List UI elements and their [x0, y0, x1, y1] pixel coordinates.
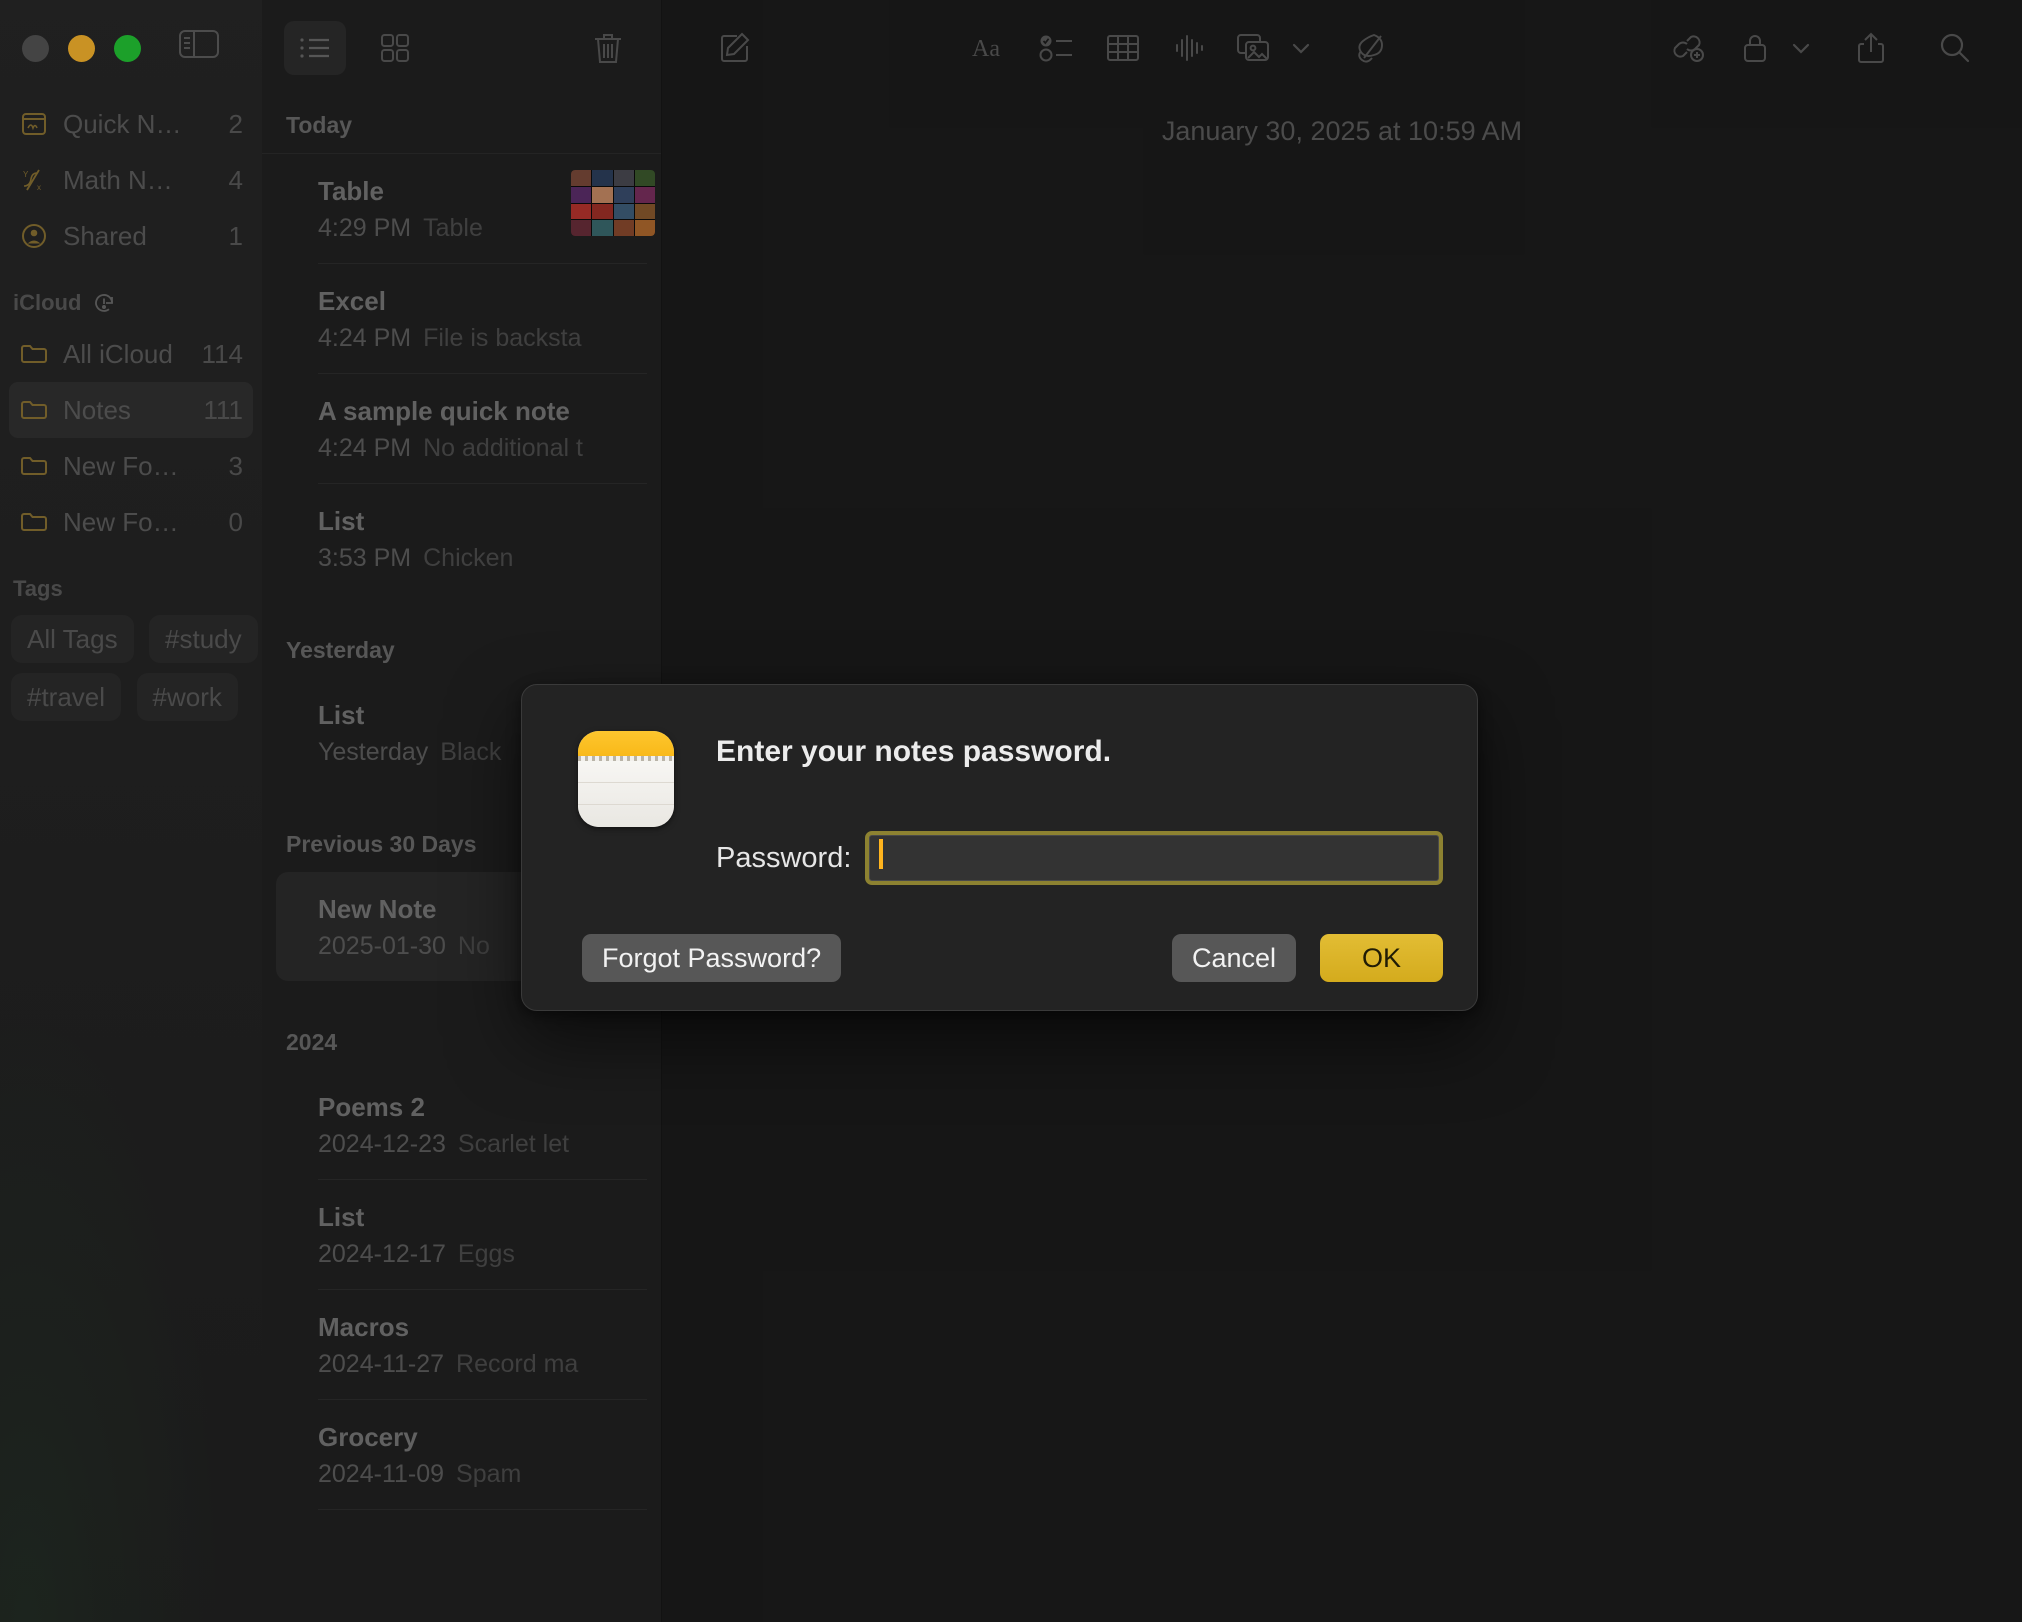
dialog-content: Enter your notes password. Password: [674, 715, 1443, 885]
notes-app-icon [578, 731, 674, 827]
password-label: Password: [716, 842, 865, 875]
notes-icon-page [578, 761, 674, 827]
dialog-title: Enter your notes password. [716, 715, 1443, 769]
ok-button[interactable]: OK [1320, 934, 1443, 982]
password-dialog: Enter your notes password. Password: For… [521, 684, 1478, 1011]
dialog-button-bar: Forgot Password? Cancel OK [556, 934, 1443, 982]
password-input[interactable] [869, 835, 1439, 881]
password-focus-ring [865, 831, 1443, 885]
notes-icon-header-band [578, 731, 674, 756]
forgot-password-button[interactable]: Forgot Password? [582, 934, 841, 982]
notes-app-window: Quick N… 2 Y x Math N… 4 [0, 0, 2022, 1622]
dialog-body: Enter your notes password. Password: [556, 715, 1443, 885]
password-input-wrapper [865, 831, 1443, 885]
password-row: Password: [716, 831, 1443, 885]
cancel-button[interactable]: Cancel [1172, 934, 1296, 982]
